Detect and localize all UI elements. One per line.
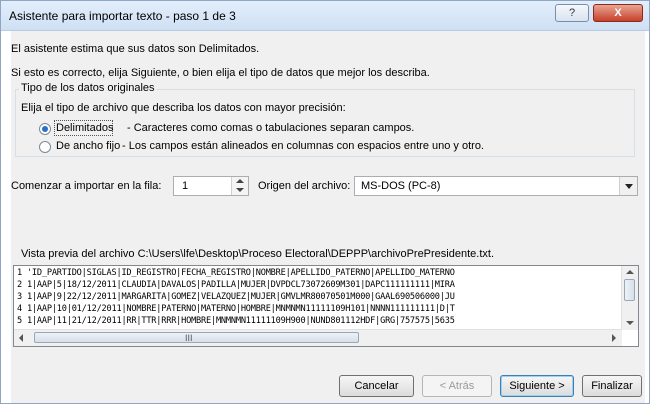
fixed-width-description: - Los campos están alineados en columnas…	[122, 140, 484, 152]
preview-line: 1 'ID_PARTIDO|SIGLAS|ID_REGISTRO|FECHA_R…	[17, 268, 455, 278]
preview-vertical-scrollbar[interactable]	[621, 266, 638, 330]
scroll-right-icon[interactable]	[612, 334, 616, 342]
intro-line-1: El asistente estima que sus datos son De…	[11, 43, 260, 55]
file-origin-label: Origen del archivo:	[258, 180, 351, 192]
delimited-label[interactable]: Delimitados	[56, 122, 113, 134]
scroll-left-icon[interactable]	[19, 334, 23, 342]
scroll-grip-icon: III	[185, 333, 193, 343]
title-bar[interactable]: Asistente para importar texto - paso 1 d…	[1, 1, 649, 31]
spin-down-icon[interactable]	[236, 188, 244, 192]
preview-line: 4 1|AAP|10|01/12/2011|NOMBRE|PATERNO|MAT…	[17, 304, 455, 314]
import-text-wizard-window: Asistente para importar texto - paso 1 d…	[0, 0, 650, 404]
window-title: Asistente para importar texto - paso 1 d…	[9, 9, 236, 23]
start-row-label: Comenzar a importar en la fila:	[11, 180, 162, 192]
cancel-button[interactable]: Cancelar	[339, 375, 414, 397]
file-preview-box[interactable]: 1 'ID_PARTIDO|SIGLAS|ID_REGISTRO|FECHA_R…	[13, 265, 639, 347]
fixed-width-radio[interactable]	[39, 141, 51, 153]
dialog-body: El asistente estima que sus datos son De…	[11, 31, 645, 403]
preview-label: Vista previa del archivo C:\Users\lfe\De…	[21, 248, 494, 260]
file-origin-select[interactable]: MS-DOS (PC-8)	[354, 176, 638, 196]
spin-up-icon[interactable]	[236, 179, 244, 183]
close-button[interactable]: X	[593, 4, 643, 22]
file-origin-value: MS-DOS (PC-8)	[361, 180, 441, 192]
start-row-spinner[interactable]: 1	[173, 176, 249, 196]
file-type-prompt: Elija el tipo de archivo que describa lo…	[21, 102, 346, 114]
scroll-down-icon[interactable]	[626, 321, 634, 325]
preview-horizontal-scrollbar[interactable]: III	[14, 329, 622, 346]
spinner-buttons[interactable]	[231, 177, 248, 195]
delimited-radio[interactable]	[39, 123, 51, 135]
vertical-scroll-thumb[interactable]	[624, 279, 635, 301]
scroll-up-icon[interactable]	[626, 270, 634, 274]
finish-button[interactable]: Finalizar	[582, 375, 642, 397]
chevron-down-icon[interactable]	[619, 177, 637, 195]
delimited-description: - Caracteres como comas o tabulaciones s…	[127, 122, 415, 134]
preview-line: 3 1|AAP|9|22/12/2011|MARGARITA|GOMEZ|VEL…	[17, 292, 455, 302]
horizontal-scroll-thumb[interactable]: III	[34, 332, 359, 343]
preview-line: 2 1|AAP|5|18/12/2011|CLAUDIA|DAVALOS|PAD…	[17, 280, 455, 290]
preview-line: 5 1|AAP|11|21/12/2011|RR|TTR|RRR|HOMBRE|…	[17, 316, 455, 326]
intro-line-2: Si esto es correcto, elija Siguiente, o …	[11, 67, 430, 79]
back-button[interactable]: < Atrás	[422, 375, 492, 397]
help-button[interactable]: ?	[555, 4, 589, 22]
fixed-width-label[interactable]: De ancho fijo	[56, 140, 120, 152]
start-row-value[interactable]: 1	[182, 180, 188, 192]
original-type-group-label: Tipo de los datos originales	[19, 82, 157, 94]
next-button[interactable]: Siguiente >	[500, 375, 574, 397]
